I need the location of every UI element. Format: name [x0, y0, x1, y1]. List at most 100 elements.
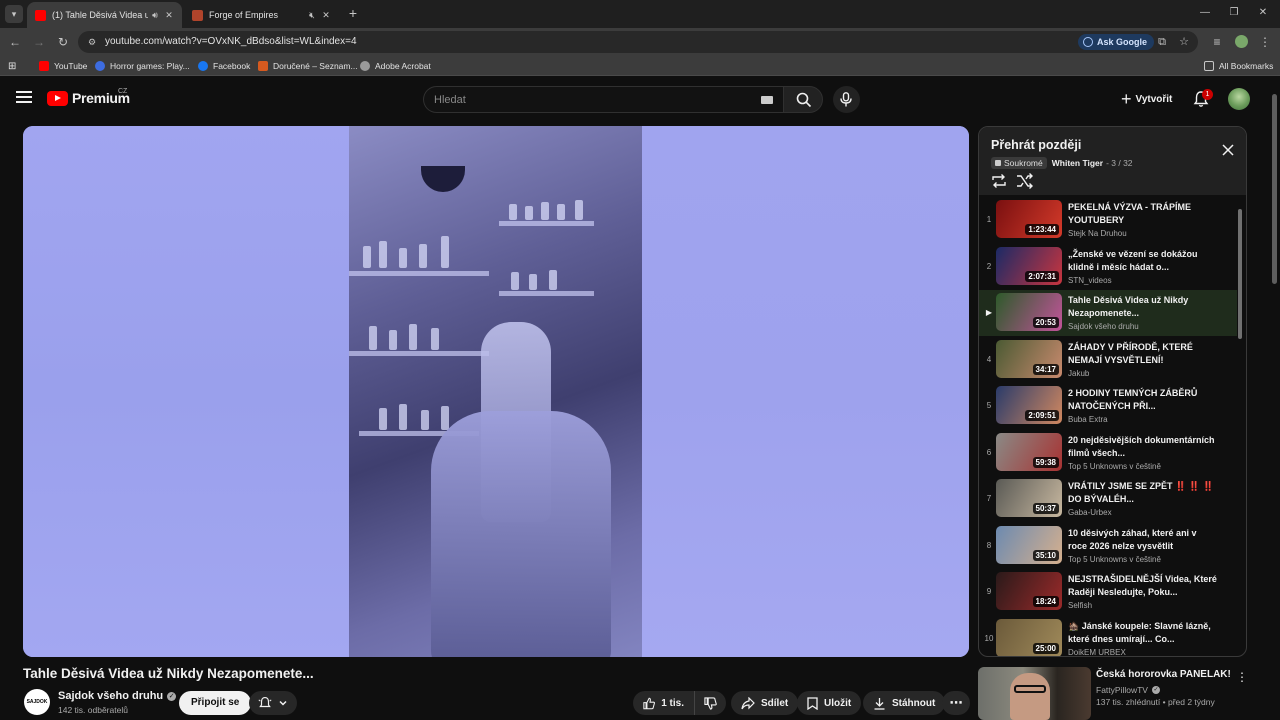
more-vertical-icon[interactable]: ⋮	[1236, 669, 1248, 685]
close-window-icon[interactable]: ✕	[1256, 6, 1270, 20]
scene-jar	[399, 248, 407, 268]
video-duration: 18:24	[1032, 596, 1059, 607]
scene-jar	[441, 406, 449, 430]
recommendation-title[interactable]: Česká hororovka PANELAK!	[1096, 669, 1231, 680]
video-duration: 2:07:31	[1025, 270, 1059, 282]
playlist-item-thumbnail[interactable]: 20:53	[996, 293, 1062, 331]
create-button[interactable]: + Vytvořit	[1113, 87, 1180, 111]
playlist-item[interactable]: 7 50:37 VRÁTILY JSME SE ZPĚT ‼️ ‼️ ‼️ DO B…	[979, 476, 1237, 522]
playlist-item-title: VRÁTILY JSME SE ZPĚT ‼️ ‼️ ‼️ DO BÝVALÉH…	[1068, 481, 1214, 504]
playlist-item-title: 20 nejděsivějších dokumentárních filmů v…	[1068, 434, 1215, 458]
like-button[interactable]: 1 tis.	[633, 691, 694, 715]
tab-forge-of-empires[interactable]: Forge of Empires 🔇︎ ✕	[184, 2, 339, 28]
playlist-item[interactable]: 2 2:07:31 „Ženské ve vězení se dokážou kli…	[979, 244, 1237, 290]
new-tab-button[interactable]: +	[346, 6, 360, 20]
playlist-item[interactable]: 9 18:24 NEJSTRAŠIDELNĚJŠÍ Videa, Které Rad…	[979, 569, 1237, 615]
recommendation-thumbnail[interactable]	[978, 667, 1091, 720]
shuffle-icon[interactable]	[1016, 173, 1034, 189]
scene-jar	[557, 204, 565, 220]
tab-search-icon[interactable]: ▾	[5, 5, 23, 23]
playlist-item-thumbnail[interactable]: 50:37	[996, 479, 1062, 517]
playlist-item[interactable]: 1 1:23:44 PEKELNÁ VÝZVA - TRÁPÍME YOUTUBER…	[979, 197, 1237, 243]
media-controls-icon[interactable]: ≡	[1209, 34, 1225, 50]
subscription-bell-button[interactable]	[249, 691, 297, 715]
share-button[interactable]: Sdílet	[731, 691, 799, 715]
more-actions-button[interactable]: ⋯	[942, 691, 970, 715]
close-icon[interactable]	[1221, 143, 1235, 157]
profile-icon[interactable]	[1233, 34, 1249, 50]
bookmark-horror-games[interactable]: Horror games: Play...	[95, 59, 190, 73]
search-input[interactable]: Hledat	[423, 86, 783, 113]
playlist-item[interactable]: 4 34:17 ZÁHADY V PŘÍRODĚ, KTERÉ NEMAJÍ VYS…	[979, 337, 1237, 383]
channel-name[interactable]: Sajdok všeho druhu ✓	[58, 690, 177, 702]
scene-jar	[509, 204, 517, 220]
channel-avatar[interactable]: SAJDOK	[24, 689, 50, 715]
playlist-item-title: 10 děsivých záhad, které ani v roce 2026…	[1068, 527, 1197, 551]
join-button[interactable]: Připojit se	[179, 691, 252, 715]
reload-icon[interactable]: ↻	[55, 34, 71, 50]
bookmark-facebook[interactable]: Facebook	[198, 59, 250, 73]
playlist-item-thumbnail[interactable]: 35:10	[996, 525, 1062, 564]
tab-close-icon[interactable]: ✕	[319, 10, 333, 21]
keyboard-icon[interactable]	[761, 96, 773, 104]
tab-close-icon[interactable]: ✕	[162, 10, 176, 21]
playlist-item-thumbnail[interactable]: 34:17	[996, 339, 1062, 378]
account-avatar[interactable]	[1228, 88, 1250, 110]
bookmark-label: Horror games: Play...	[110, 61, 190, 71]
save-button[interactable]: Uložit	[797, 691, 862, 715]
recommendation-channel[interactable]: FattyPillowTV ✓	[1096, 685, 1160, 695]
search-button[interactable]	[783, 86, 823, 113]
bookmark-adobe-acrobat[interactable]: Adobe Acrobat	[360, 59, 431, 73]
ask-google-button[interactable]: Ask Google	[1078, 34, 1155, 50]
playlist-owner[interactable]: Whiten Tiger	[1052, 158, 1103, 168]
youtube-premium-logo[interactable]: Premium CZ	[47, 88, 130, 106]
voice-search-button[interactable]	[833, 86, 860, 113]
browser-menu-icon[interactable]: ⋮	[1257, 34, 1273, 50]
address-bar[interactable]: ⚙ youtube.com/watch?v=OVxNK_dBdso&list=W…	[78, 31, 1198, 53]
playlist-item-thumbnail[interactable]: 2:07:31	[996, 246, 1062, 285]
notification-badge: 1	[1202, 89, 1213, 100]
privacy-label: Soukromé	[1004, 158, 1043, 168]
playlist-item[interactable]: 10 25:00 🏚️ Jánské koupele: Slavné lázně, …	[979, 616, 1237, 656]
loop-icon[interactable]	[990, 173, 1008, 189]
bookmark-star-icon[interactable]: ☆	[1177, 35, 1191, 49]
playlist-item-thumbnail[interactable]: 18:24	[996, 572, 1062, 610]
all-bookmarks[interactable]: All Bookmarks	[1204, 59, 1273, 73]
playlist-item-index: 9	[986, 587, 992, 596]
playlist-item-index: 6	[986, 447, 992, 457]
restore-icon[interactable]: ❐	[1227, 6, 1241, 20]
dislike-button[interactable]	[694, 691, 726, 715]
tab-youtube[interactable]: (1) Tahle Děsivá Videa už Nikdy Nezapome…	[27, 2, 182, 28]
tab-audio-icon[interactable]: 🔊︎	[148, 10, 162, 21]
apps-grid-icon[interactable]: ⊞	[8, 59, 16, 73]
playlist-item-thumbnail[interactable]: 2:09:51	[996, 386, 1062, 424]
minimize-icon[interactable]: —	[1198, 6, 1212, 20]
video-duration: 2:09:51	[1025, 410, 1059, 421]
playlist-item[interactable]: 5 2:09:51 2 HODINY TEMNÝCH ZÁBĚRŮ NATOČENÝ…	[979, 383, 1237, 429]
back-icon[interactable]: ←	[7, 34, 23, 50]
playlist-item-thumbnail[interactable]: 59:38	[996, 432, 1062, 471]
playlist-items: 1 1:23:44 PEKELNÁ VÝZVA - TRÁPÍME YOUTUBER…	[979, 197, 1246, 656]
download-button[interactable]: Stáhnout	[863, 691, 946, 715]
playlist-item-thumbnail[interactable]: 25:00	[996, 618, 1062, 656]
url-text[interactable]: youtube.com/watch?v=OVxNK_dBdso&list=WL&…	[105, 36, 357, 47]
playlist-item[interactable]: ▶ 20:53 Tahle Děsivá Videa už Nikdy Nezapo…	[979, 290, 1237, 336]
tab-title: (1) Tahle Děsivá Videa už Nikdy Nezapome…	[52, 10, 148, 20]
bookmark-youtube[interactable]: YouTube	[39, 59, 87, 73]
forward-icon[interactable]: →	[31, 34, 47, 50]
playlist-scrollbar[interactable]	[1238, 209, 1242, 339]
page-scrollbar[interactable]	[1272, 94, 1277, 284]
bookmark-seznam[interactable]: Doručené – Seznam...	[258, 59, 358, 73]
playlist-item[interactable]: 6 59:38 20 nejděsivějších dokumentárních f…	[979, 430, 1237, 476]
video-player[interactable]	[23, 126, 969, 657]
playlist-title[interactable]: Přehrát později	[991, 138, 1081, 152]
playlist-item-thumbnail[interactable]: 1:23:44	[996, 200, 1062, 238]
scene-jar	[575, 200, 583, 220]
forge-favicon-icon	[192, 9, 203, 21]
playlist-item[interactable]: 8 35:10 10 děsivých záhad, které ani v roc…	[979, 523, 1237, 569]
menu-icon[interactable]	[16, 91, 32, 105]
install-app-icon[interactable]: ⧉	[1155, 35, 1169, 49]
tab-muted-icon[interactable]: 🔇︎	[305, 10, 319, 21]
site-info-icon[interactable]: ⚙	[86, 36, 98, 48]
all-bookmarks-label: All Bookmarks	[1219, 61, 1274, 71]
